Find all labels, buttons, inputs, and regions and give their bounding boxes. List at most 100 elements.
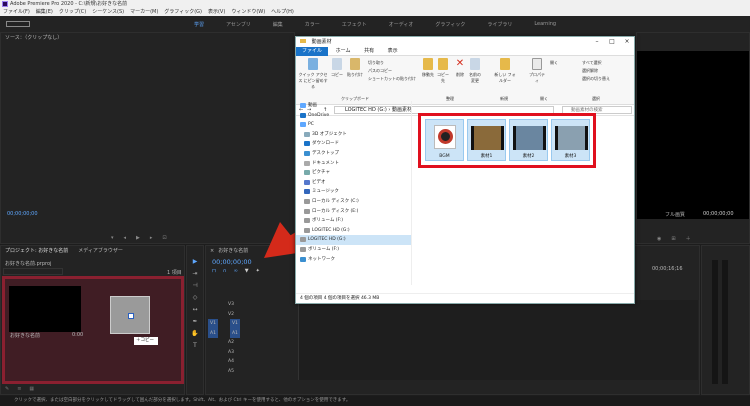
type-tool-icon[interactable]: T bbox=[193, 342, 197, 349]
razor-tool-icon[interactable]: ◇ bbox=[193, 294, 198, 301]
linked-icon[interactable]: ∞ bbox=[234, 268, 238, 274]
hand-tool-icon[interactable]: ✋ bbox=[191, 330, 198, 337]
nav-item-network[interactable]: ネットワーク bbox=[296, 255, 411, 265]
track-a2[interactable]: A2 bbox=[206, 338, 298, 348]
nav-item-documents[interactable]: ドキュメント bbox=[296, 159, 411, 169]
select-all-button[interactable]: すべて選択 bbox=[582, 60, 602, 66]
move-to-button[interactable]: 移動先 bbox=[422, 58, 434, 78]
track-v3[interactable]: V3 bbox=[206, 300, 298, 310]
copy-path-button[interactable]: パスのコピー bbox=[368, 68, 392, 74]
menu-help[interactable]: ヘルプ(H) bbox=[271, 8, 294, 16]
paste-shortcut-button[interactable]: ショートカットの貼り付け bbox=[368, 76, 416, 82]
nav-item-onedrive[interactable]: OneDrive bbox=[296, 111, 411, 121]
nav-item-video[interactable]: ビデオ bbox=[296, 178, 411, 188]
menu-sequence[interactable]: シーケンス(S) bbox=[92, 8, 124, 16]
track-a3[interactable]: A3 bbox=[206, 348, 298, 358]
workspace-tab-assembly[interactable]: アセンブリ bbox=[215, 21, 262, 28]
tab-home[interactable]: ホーム bbox=[330, 47, 357, 56]
nav-item-pictures[interactable]: ピクチャ bbox=[296, 168, 411, 178]
properties-button[interactable]: プロパティ bbox=[528, 58, 546, 84]
tab-view[interactable]: 表示 bbox=[382, 47, 404, 56]
media-browser-tab[interactable]: メディアブラウザー bbox=[78, 246, 123, 256]
step-back-icon[interactable]: ◂ bbox=[124, 235, 127, 241]
close-button[interactable]: × bbox=[620, 37, 634, 47]
menu-file[interactable]: ファイル(F) bbox=[3, 8, 30, 16]
workspace-tab-edit[interactable]: 編集 bbox=[262, 21, 294, 28]
pencil-icon[interactable]: ✎ bbox=[5, 386, 9, 392]
step-forward-icon[interactable]: ▸ bbox=[150, 235, 153, 241]
track-v1[interactable]: V1 V1 bbox=[206, 319, 298, 329]
menu-graphic[interactable]: グラフィック(G) bbox=[164, 8, 202, 16]
menu-edit[interactable]: 編集(E) bbox=[36, 8, 53, 16]
nav-item-logitec-2[interactable]: LOGITEC HD (G:) bbox=[296, 235, 411, 245]
tab-share[interactable]: 共有 bbox=[358, 47, 380, 56]
program-timecode[interactable]: 00;00;00;00 bbox=[703, 211, 734, 217]
track-area[interactable] bbox=[298, 300, 698, 380]
workspace-tab-libraries[interactable]: ライブラリ bbox=[476, 21, 523, 28]
workspace-tab-audio[interactable]: オーディオ bbox=[378, 21, 425, 28]
cut-button[interactable]: 切り取り bbox=[368, 60, 384, 66]
workspace-tab-learn[interactable]: 学習 bbox=[183, 21, 215, 28]
close-icon[interactable]: × bbox=[210, 246, 214, 256]
home-icon[interactable] bbox=[6, 21, 30, 27]
track-select-icon[interactable]: ⇥ bbox=[192, 270, 197, 277]
invert-selection-button[interactable]: 選択の切り替え bbox=[582, 76, 610, 82]
wrench-icon[interactable]: ✦ bbox=[256, 268, 260, 274]
minimize-button[interactable]: – bbox=[590, 37, 604, 47]
new-folder-button[interactable]: 新しい フォルダー bbox=[494, 58, 516, 84]
workspace-tab-graphics[interactable]: グラフィック bbox=[424, 21, 476, 28]
selection-tool-icon[interactable]: ▶ bbox=[193, 258, 198, 265]
delete-button[interactable]: ✕ 削除 bbox=[454, 58, 466, 78]
file-sozai-1[interactable]: 素材1 bbox=[467, 119, 506, 161]
marker-icon[interactable]: ▼ bbox=[245, 268, 249, 274]
track-a5[interactable]: A5 bbox=[206, 367, 298, 377]
add-icon[interactable]: ＋ bbox=[686, 235, 691, 242]
workspace-tab-color[interactable]: カラー bbox=[294, 21, 331, 28]
mark-in-icon[interactable]: ▾ bbox=[111, 235, 114, 241]
nav-item-logitec-1[interactable]: LOGITEC HD (G:) bbox=[296, 226, 411, 236]
file-bgm[interactable]: BGM bbox=[425, 119, 464, 161]
menu-window[interactable]: ウィンドウ(W) bbox=[231, 8, 265, 16]
export-frame-icon[interactable]: ◉ bbox=[657, 236, 661, 242]
insert-icon[interactable]: ⊡ bbox=[162, 235, 166, 241]
nav-item-videos[interactable]: 動画 bbox=[296, 101, 411, 111]
tab-file[interactable]: ファイル bbox=[296, 47, 329, 56]
icon-view-icon[interactable]: ▦ bbox=[29, 386, 34, 392]
select-none-button[interactable]: 選択解除 bbox=[582, 68, 598, 74]
bin-thumbnail[interactable] bbox=[9, 286, 81, 332]
nav-item-disk-e[interactable]: ローカル ディスク (E:) bbox=[296, 207, 411, 217]
open-button[interactable]: 開く bbox=[550, 60, 558, 66]
program-fit-select[interactable]: フル画質 bbox=[665, 211, 685, 218]
nav-item-desktop[interactable]: デスクトップ bbox=[296, 149, 411, 159]
timeline-timecode[interactable]: 00;00;00;00 bbox=[212, 258, 252, 266]
paste-button[interactable]: 貼り付け bbox=[346, 58, 364, 78]
nav-item-volume-f2[interactable]: ボリューム (F:) bbox=[296, 245, 411, 255]
nav-item-pc[interactable]: PC bbox=[296, 120, 411, 130]
copy-to-button[interactable]: コピー先 bbox=[436, 58, 450, 84]
maximize-button[interactable]: □ bbox=[605, 37, 619, 47]
track-v2[interactable]: V2 bbox=[206, 310, 298, 320]
source-timecode[interactable]: 00;00;00;00 bbox=[7, 211, 38, 217]
pen-tool-icon[interactable]: ✒ bbox=[192, 318, 197, 325]
file-sozai-3[interactable]: 素材3 bbox=[551, 119, 590, 161]
project-search[interactable] bbox=[3, 268, 63, 275]
rename-button[interactable]: 名前の変更 bbox=[468, 58, 482, 84]
nav-item-volume-f[interactable]: ボリューム (F:) bbox=[296, 216, 411, 226]
nav-item-downloads[interactable]: ダウンロード bbox=[296, 139, 411, 149]
project-tab[interactable]: プロジェクト: お好きな名前 bbox=[5, 246, 68, 256]
workspace-tab-effects[interactable]: エフェクト bbox=[331, 21, 378, 28]
menu-clip[interactable]: クリップ(C) bbox=[59, 8, 86, 16]
file-sozai-2[interactable]: 素材2 bbox=[509, 119, 548, 161]
track-a4[interactable]: A4 bbox=[206, 357, 298, 367]
workspace-tab-learning[interactable]: Learning bbox=[523, 21, 567, 27]
track-a1[interactable]: A1 A1 bbox=[206, 328, 298, 338]
menu-marker[interactable]: マーカー(M) bbox=[130, 8, 158, 16]
list-view-icon[interactable]: ≡ bbox=[17, 386, 21, 392]
nav-item-music[interactable]: ミュージック bbox=[296, 187, 411, 197]
menu-view[interactable]: 表示(V) bbox=[208, 8, 225, 16]
nav-item-3d[interactable]: 3D オブジェクト bbox=[296, 130, 411, 140]
slip-tool-icon[interactable]: ↔ bbox=[192, 306, 197, 313]
pin-button[interactable]: クイック アクセス にピン留めする bbox=[298, 58, 328, 90]
ripple-edit-icon[interactable]: ⊣ bbox=[192, 282, 197, 289]
snap-icon[interactable]: ∩ bbox=[223, 268, 227, 274]
